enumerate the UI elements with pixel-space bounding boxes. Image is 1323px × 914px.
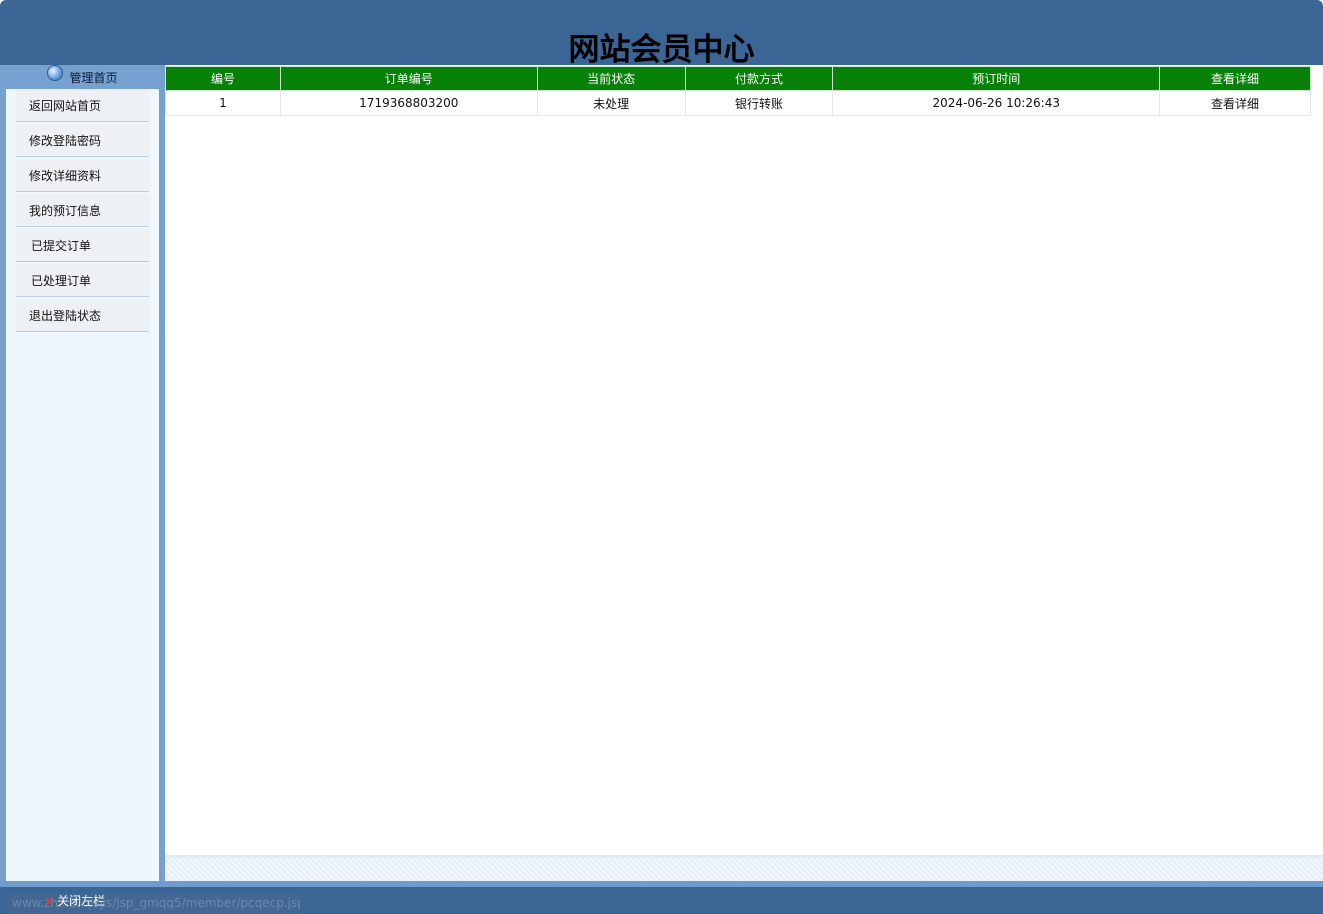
column-header-id: 编号 xyxy=(165,66,281,91)
close-icon: × xyxy=(44,894,55,908)
main-content: 编号 订单编号 当前状态 付款方式 预订时间 查看详细 1 1719368803… xyxy=(165,65,1323,881)
view-details-link[interactable]: 查看详细 xyxy=(1159,90,1311,116)
site-header: 网站会员中心 xyxy=(0,0,1323,65)
sidebar-item-processed-orders[interactable]: 已处理订单 xyxy=(16,264,149,297)
cell-order-number: 1719368803200 xyxy=(279,90,538,116)
cell-payment: 银行转账 xyxy=(684,90,834,116)
page-title: 网站会员中心 xyxy=(568,32,755,65)
sidebar-item-my-bookings[interactable]: 我的预订信息 xyxy=(16,194,149,227)
sidebar-item-logout[interactable]: 退出登陆状态 xyxy=(16,299,149,332)
sidebar-heading[interactable]: 管理首页 xyxy=(0,65,165,89)
sidebar-item-back-home[interactable]: 返回网站首页 xyxy=(16,89,149,122)
globe-icon xyxy=(47,65,64,81)
table-row: 1 1719368803200 未处理 银行转账 2024-06-26 10:2… xyxy=(165,90,1311,116)
sidebar-item-label: 已处理订单 xyxy=(31,274,92,288)
column-header-booking-time: 预订时间 xyxy=(832,66,1161,91)
sidebar-item-label: 退出登陆状态 xyxy=(29,309,102,323)
sidebar-item-change-password[interactable]: 修改登陆密码 xyxy=(16,124,149,157)
sidebar-item-label: 修改登陆密码 xyxy=(29,134,102,148)
column-header-status: 当前状态 xyxy=(536,66,686,91)
sidebar-item-edit-profile[interactable]: 修改详细资料 xyxy=(16,159,149,192)
cell-id: 1 xyxy=(165,90,281,116)
sidebar-item-submitted-orders[interactable]: 已提交订单 xyxy=(16,229,149,262)
sidebar-item-label: 已提交订单 xyxy=(31,239,92,253)
column-header-payment: 付款方式 xyxy=(684,66,834,91)
close-sidebar-label: 关闭左栏 xyxy=(57,894,106,908)
sidebar-heading-label: 管理首页 xyxy=(69,70,118,85)
sidebar-item-label: 返回网站首页 xyxy=(29,99,102,113)
content-footer-strip xyxy=(165,855,1323,881)
column-header-order-number: 订单编号 xyxy=(279,66,538,91)
sidebar-item-label: 修改详细资料 xyxy=(29,169,102,183)
orders-table: 编号 订单编号 当前状态 付款方式 预订时间 查看详细 1 1719368803… xyxy=(165,66,1311,116)
bottom-bar: www.zh...d.../sys/jsp_gmqq5/member/pcqec… xyxy=(0,887,1323,914)
table-header-row: 编号 订单编号 当前状态 付款方式 预订时间 查看详细 xyxy=(165,66,1311,91)
sidebar-menu: 返回网站首页 修改登陆密码 修改详细资料 我的预订信息 已提交订单 已处理订单 … xyxy=(6,89,159,881)
sidebar-item-label: 我的预订信息 xyxy=(29,204,102,218)
cell-status: 未处理 xyxy=(536,90,686,116)
cell-booking-time: 2024-06-26 10:26:43 xyxy=(832,90,1161,116)
close-sidebar-button[interactable]: × 关闭左栏 xyxy=(44,887,105,914)
column-header-details: 查看详细 xyxy=(1159,66,1311,91)
sidebar: 管理首页 返回网站首页 修改登陆密码 修改详细资料 我的预订信息 已提交订单 已… xyxy=(0,65,165,881)
